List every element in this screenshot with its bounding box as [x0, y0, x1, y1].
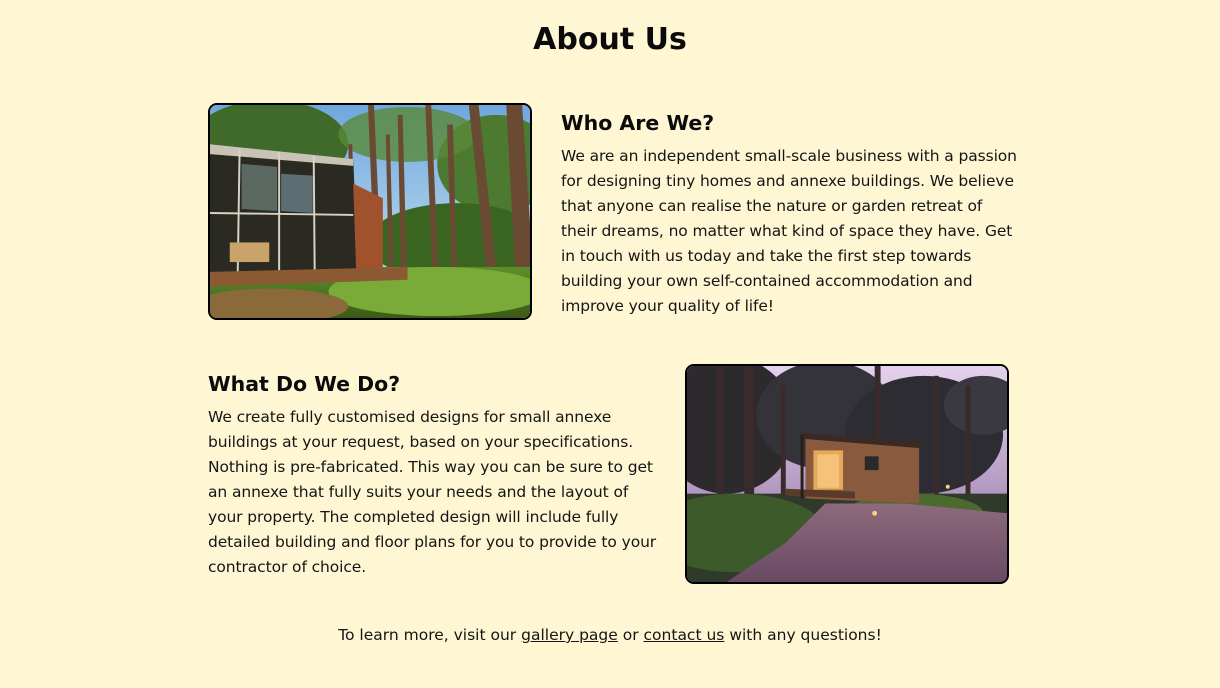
glass-cabin-forest-image — [210, 105, 530, 318]
gallery-page-link[interactable]: gallery page — [521, 626, 618, 644]
page-title: About Us — [533, 22, 687, 57]
footer-middle-text: or — [622, 626, 639, 644]
footer-prefix-text: To learn more, visit our — [338, 626, 517, 644]
wooden-cabin-photo — [685, 364, 1009, 584]
who-are-we-text: We are an independent small-scale busine… — [561, 147, 1017, 315]
contact-us-link[interactable]: contact us — [644, 626, 725, 644]
footer-suffix-text: with any questions! — [729, 626, 882, 644]
learn-more-footer: To learn more, visit our gallery page or… — [0, 626, 1220, 644]
what-do-we-do-text: We create fully customised designs for s… — [208, 408, 657, 576]
what-do-we-do-heading: What Do We Do? — [208, 372, 401, 396]
wooden-cabin-dusk-image — [687, 366, 1007, 582]
glass-cabin-photo — [208, 103, 532, 320]
who-are-we-heading: Who Are We? — [561, 111, 715, 135]
